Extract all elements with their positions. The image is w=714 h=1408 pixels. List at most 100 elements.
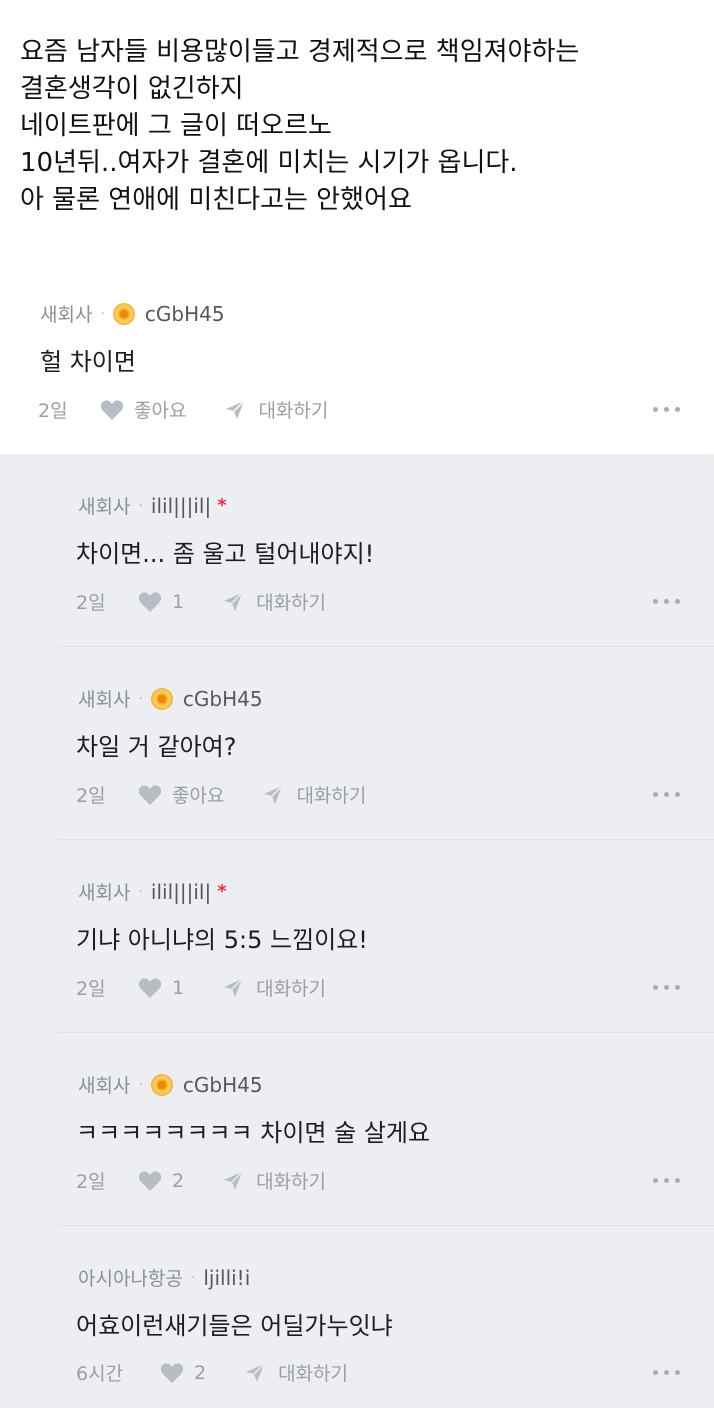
comment-meta: 새회사 · cGbH45 (78, 1071, 263, 1098)
page: 요즘 남자들 비용많이들고 경제적으로 책임져야하는 결혼생각이 없긴하지 네이… (0, 0, 714, 1408)
send-icon (264, 784, 283, 804)
username[interactable]: ilil|||il| (151, 494, 211, 518)
separator: · (190, 1269, 196, 1286)
replies-section: 새회사 · ilil|||il| * 차이면... 좀 울고 털어내야지! 2일… (0, 454, 714, 1408)
username[interactable]: cGbH45 (183, 1073, 263, 1097)
talk-label: 대화하기 (296, 785, 367, 807)
author-star: * (217, 495, 227, 516)
caption-line: 10년뒤..여자가 결혼에 미치는 시기가 옵니다. (20, 148, 518, 178)
like-button[interactable]: 1 (138, 591, 184, 613)
more-options-icon[interactable] (653, 1370, 680, 1375)
like-count: 1 (172, 590, 185, 613)
reply-item: 새회사 · cGbH45 ㅋㅋㅋㅋㅋㅋㅋㅋ 차이면 술 살게요 2일 2 대화하… (0, 1033, 714, 1226)
like-button[interactable]: 2 (138, 1170, 184, 1192)
comment-text: 기냐 아니냐의 5:5 느낌이요! (76, 926, 368, 954)
comment-time: 2일 (76, 785, 106, 807)
more-options-icon[interactable] (653, 985, 680, 990)
comment-time: 6시간 (76, 1363, 124, 1385)
company-label: 새회사 (78, 689, 131, 711)
like-button[interactable]: 좋아요 (100, 396, 186, 423)
separator: · (100, 305, 105, 322)
coin-badge-icon (150, 1073, 173, 1096)
comment-time: 2일 (38, 400, 68, 422)
post-caption: 요즘 남자들 비용많이들고 경제적으로 책임져야하는 결혼생각이 없긴하지 네이… (20, 34, 700, 219)
separator: · (138, 1076, 143, 1093)
comment-text: 차이면... 좀 울고 털어내야지! (76, 540, 375, 568)
like-label: 좋아요 (134, 400, 187, 422)
comment-text: ㅋㅋㅋㅋㅋㅋㅋㅋ 차이면 술 살게요 (76, 1119, 431, 1147)
comment-top: 새회사 · cGbH45 헐 차이면 2일 좋아요 대화하기 (0, 268, 714, 454)
coin-badge-icon (112, 302, 135, 325)
reply-item: 아시아나항공 · ljilli!i 어효이런새기들은 어딜가누잇냐 6시간 2 … (0, 1226, 714, 1408)
more-options-icon[interactable] (653, 599, 680, 604)
comment-time: 2일 (76, 978, 106, 1000)
comment-actions: 2일 좋아요 대화하기 (38, 396, 328, 423)
like-count: 1 (172, 976, 185, 999)
talk-button[interactable]: 대화하기 (244, 1359, 348, 1386)
reply-item: 새회사 · ilil|||il| * 차이면... 좀 울고 털어내야지! 2일… (0, 454, 714, 647)
separator: · (138, 883, 143, 900)
comment-meta: 아시아나항공 · ljilli!i (78, 1264, 250, 1291)
heart-icon (100, 399, 124, 420)
talk-button[interactable]: 대화하기 (222, 974, 326, 1001)
heart-icon (138, 1170, 162, 1191)
talk-label: 대화하기 (258, 400, 329, 422)
more-options-icon[interactable] (653, 1178, 680, 1183)
like-label: 좋아요 (172, 785, 225, 807)
like-button[interactable]: 2 (160, 1362, 206, 1384)
talk-label: 대화하기 (256, 592, 327, 614)
separator: · (138, 690, 143, 707)
talk-label: 대화하기 (256, 978, 327, 1000)
username[interactable]: ljilli!i (203, 1266, 250, 1290)
author-star: * (217, 881, 227, 902)
like-button[interactable]: 좋아요 (138, 781, 224, 808)
more-options-icon[interactable] (653, 792, 680, 797)
more-options-icon[interactable] (653, 407, 680, 412)
reply-item: 새회사 · ilil|||il| * 기냐 아니냐의 5:5 느낌이요! 2일 … (0, 840, 714, 1033)
comment-meta: 새회사 · cGbH45 (78, 685, 263, 712)
talk-button[interactable]: 대화하기 (222, 1167, 326, 1194)
heart-icon (160, 1362, 184, 1383)
comment-text: 헐 차이면 (40, 348, 136, 376)
comment-time: 2일 (76, 592, 106, 614)
username[interactable]: ilil|||il| (151, 880, 211, 904)
caption-line: 요즘 남자들 비용많이들고 경제적으로 책임져야하는 (20, 37, 580, 67)
comment-time: 2일 (76, 1171, 106, 1193)
comment-meta: 새회사 · ilil|||il| * (78, 878, 227, 905)
like-count: 2 (194, 1361, 207, 1384)
send-icon (224, 1170, 243, 1190)
heart-icon (138, 977, 162, 998)
comment-actions: 2일 1 대화하기 (76, 588, 326, 615)
comment-meta: 새회사 · cGbH45 (40, 300, 225, 327)
separator: · (138, 497, 143, 514)
talk-label: 대화하기 (256, 1171, 327, 1193)
coin-badge-icon (150, 687, 173, 710)
send-icon (246, 1362, 265, 1382)
caption-line: 아 물론 연애에 미친다고는 안했어요 (20, 185, 412, 215)
comment-text: 차일 거 같아여? (76, 733, 237, 761)
comment-actions: 2일 1 대화하기 (76, 974, 326, 1001)
like-button[interactable]: 1 (138, 977, 184, 999)
company-label: 새회사 (78, 496, 131, 518)
talk-label: 대화하기 (278, 1363, 349, 1385)
comment-meta: 새회사 · ilil|||il| * (78, 492, 227, 519)
reply-item: 새회사 · cGbH45 차일 거 같아여? 2일 좋아요 대화하기 (0, 647, 714, 840)
heart-icon (138, 784, 162, 805)
talk-button[interactable]: 대화하기 (222, 588, 326, 615)
username[interactable]: cGbH45 (183, 687, 263, 711)
comment-actions: 6시간 2 대화하기 (76, 1359, 348, 1386)
company-label: 새회사 (40, 304, 93, 326)
company-label: 아시아나항공 (78, 1268, 183, 1290)
send-icon (226, 399, 245, 419)
caption-line: 네이트판에 그 글이 떠오르노 (20, 111, 332, 141)
username[interactable]: cGbH45 (145, 302, 225, 326)
comment-actions: 2일 2 대화하기 (76, 1167, 326, 1194)
send-icon (224, 977, 243, 997)
heart-icon (138, 591, 162, 612)
talk-button[interactable]: 대화하기 (262, 781, 366, 808)
send-icon (224, 591, 243, 611)
talk-button[interactable]: 대화하기 (224, 396, 328, 423)
comment-actions: 2일 좋아요 대화하기 (76, 781, 366, 808)
company-label: 새회사 (78, 1075, 131, 1097)
comment-text: 어효이런새기들은 어딜가누잇냐 (76, 1312, 393, 1340)
